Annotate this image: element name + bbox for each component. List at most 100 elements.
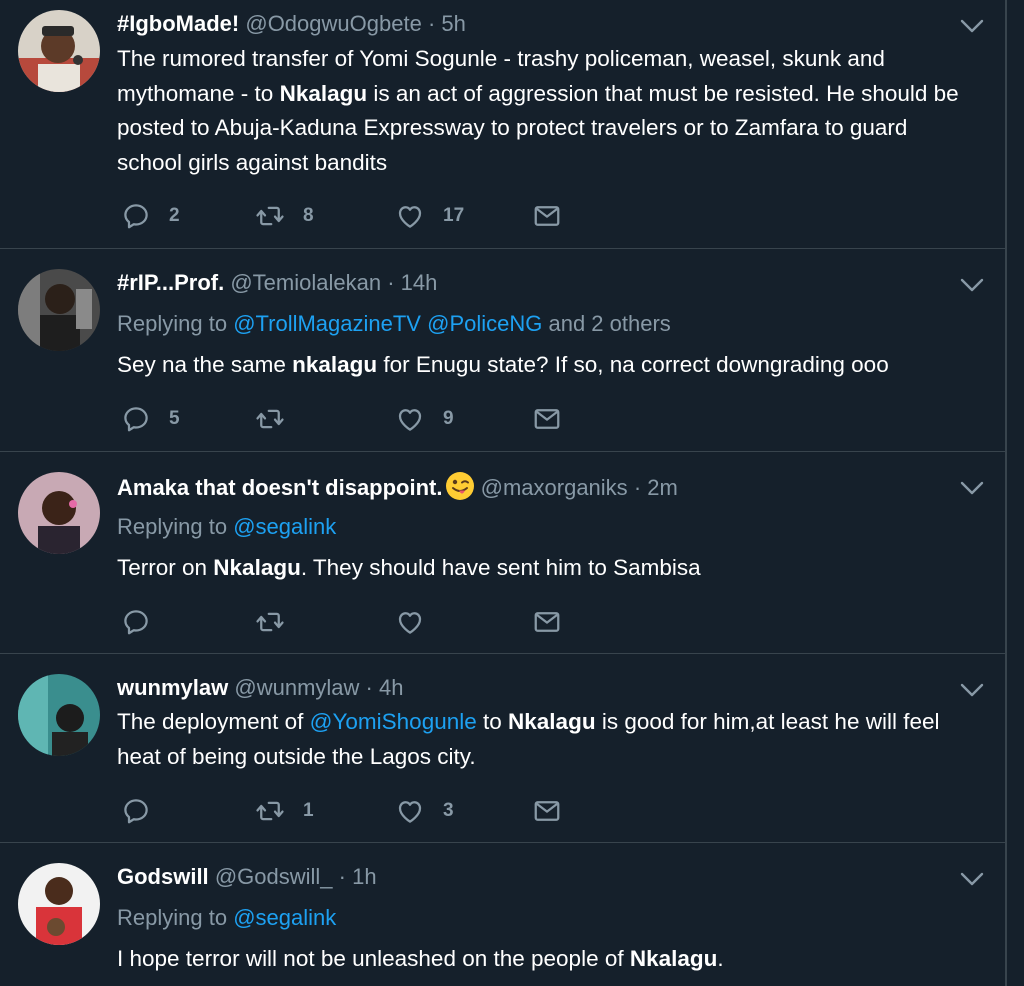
direct-message-button[interactable] — [532, 794, 562, 828]
retweet-button[interactable]: 8 — [255, 199, 314, 233]
like-button[interactable] — [395, 605, 425, 639]
separator-dot: · — [633, 475, 642, 500]
reply-icon — [121, 404, 151, 434]
timestamp[interactable]: 5h — [441, 11, 465, 36]
chevron-down-icon[interactable] — [959, 478, 985, 498]
like-button[interactable]: 17 — [395, 199, 464, 233]
like-button[interactable]: 3 — [395, 794, 454, 828]
tweet[interactable]: wunmylaw @wunmylaw · 4h The deployment o… — [0, 654, 1007, 843]
tweet-text: Sey na the same nkalagu for Enugu state?… — [117, 348, 977, 383]
heart-icon — [395, 796, 425, 826]
reply-count: 5 — [169, 408, 180, 429]
timeline: #IgboMade! @OdogwuOgbete · 5h The rumore… — [0, 0, 1007, 986]
mention-link[interactable]: @PoliceNG — [427, 311, 542, 336]
reply-button[interactable] — [121, 605, 151, 639]
envelope-icon — [532, 404, 562, 434]
display-name[interactable]: Godswill — [117, 864, 209, 889]
retweet-icon — [255, 201, 285, 231]
separator-dot: · — [338, 864, 346, 889]
others-label[interactable]: and 2 others — [542, 311, 670, 336]
mention-link[interactable]: @TrollMagazineTV — [233, 311, 421, 336]
highlighted-keyword: Nkalagu — [508, 709, 596, 734]
direct-message-button[interactable] — [532, 605, 562, 639]
winking-face-with-tongue-emoji-icon — [445, 472, 474, 500]
text-segment: Sey na the same — [117, 352, 293, 377]
direct-message-button[interactable] — [532, 402, 562, 436]
retweet-icon — [255, 404, 285, 434]
user-handle[interactable]: @wunmylaw — [234, 675, 359, 700]
retweet-button[interactable] — [255, 402, 303, 436]
tweet[interactable]: Amaka that doesn't disappoint. @maxorgan… — [0, 452, 1007, 654]
user-handle[interactable]: @Godswill_ — [215, 864, 333, 889]
chevron-down-icon[interactable] — [959, 869, 985, 889]
avatar[interactable] — [18, 269, 100, 351]
timestamp[interactable]: 2m — [647, 475, 678, 500]
envelope-icon — [532, 796, 562, 826]
heart-icon — [395, 201, 425, 231]
retweet-button[interactable] — [255, 605, 285, 639]
tweet-text: The deployment of @YomiShogunle to Nkala… — [117, 705, 977, 774]
tweet-actions: 5 9 — [117, 402, 597, 436]
replying-to-label: Replying to — [117, 311, 234, 336]
separator-dot: · — [387, 270, 395, 295]
direct-message-button[interactable] — [532, 199, 562, 233]
timestamp[interactable]: 14h — [401, 270, 438, 295]
tweet[interactable]: #IgboMade! @OdogwuOgbete · 5h The rumore… — [0, 0, 1007, 249]
chevron-down-icon[interactable] — [959, 275, 985, 295]
retweet-button[interactable]: 1 — [255, 794, 314, 828]
reply-button[interactable] — [121, 794, 151, 828]
highlighted-keyword: Nkalagu — [279, 80, 368, 106]
tweet-header: wunmylaw @wunmylaw · 4h — [117, 674, 403, 702]
tweet[interactable]: Godswill @Godswill_ · 1h Replying to @se… — [0, 843, 1007, 986]
tweet[interactable]: #rIP...Prof. @Temiolalekan · 14h Replyin… — [0, 249, 1007, 452]
text-segment: . They should have sent him to Sambisa — [300, 555, 701, 580]
text-segment: The deployment of — [117, 709, 310, 734]
replying-to: Replying to @segalink — [117, 513, 336, 541]
heart-icon — [395, 607, 425, 637]
like-button[interactable]: 9 — [395, 402, 454, 436]
separator-dot: · — [427, 11, 436, 36]
chevron-down-icon[interactable] — [959, 680, 985, 700]
timestamp[interactable]: 4h — [379, 675, 403, 700]
timestamp[interactable]: 1h — [352, 864, 376, 889]
replying-to-label: Replying to — [117, 905, 234, 930]
envelope-icon — [532, 201, 562, 231]
mention-link[interactable]: @segalink — [233, 905, 336, 930]
tweet-text: The rumored transfer of Yomi Sogunle - t… — [117, 42, 977, 180]
avatar[interactable] — [18, 10, 100, 92]
chevron-down-icon[interactable] — [959, 16, 985, 36]
user-handle[interactable]: @maxorganiks — [481, 475, 628, 500]
avatar[interactable] — [18, 863, 100, 945]
mention-link[interactable]: @YomiShogunle — [310, 709, 477, 734]
reply-count: 2 — [169, 205, 180, 226]
heart-icon — [395, 404, 425, 434]
highlighted-keyword: nkalagu — [292, 352, 378, 377]
retweet-icon — [255, 796, 285, 826]
display-name[interactable]: wunmylaw — [117, 675, 228, 700]
tweet-header: Amaka that doesn't disappoint. @maxorgan… — [117, 471, 678, 502]
highlighted-keyword: Nkalagu — [629, 946, 718, 971]
separator-dot: · — [365, 675, 373, 700]
display-name[interactable]: Amaka that doesn't disappoint. — [117, 475, 443, 500]
mention-link[interactable]: @segalink — [233, 514, 336, 539]
reply-button[interactable]: 5 — [121, 402, 180, 436]
tweet-header: #IgboMade! @OdogwuOgbete · 5h — [117, 10, 466, 38]
highlighted-keyword: Nkalagu — [213, 555, 301, 580]
envelope-icon — [532, 607, 562, 637]
display-name[interactable]: #IgboMade! — [117, 11, 239, 36]
tweet-actions: 1 3 — [117, 794, 597, 828]
tweet-header: #rIP...Prof. @Temiolalekan · 14h — [117, 269, 437, 297]
user-handle[interactable]: @Temiolalekan — [230, 270, 381, 295]
user-handle[interactable]: @OdogwuOgbete — [245, 11, 421, 36]
reply-button[interactable]: 2 — [121, 199, 180, 233]
retweet-count: 8 — [303, 205, 314, 226]
text-segment: to — [476, 709, 509, 734]
display-name[interactable]: #rIP...Prof. — [117, 270, 224, 295]
reply-icon — [121, 796, 151, 826]
tweet-actions — [117, 605, 597, 639]
avatar[interactable] — [18, 472, 100, 554]
avatar[interactable] — [18, 674, 100, 756]
tweet-actions: 2 8 17 — [117, 199, 597, 233]
text-segment: for Enugu state? If so, na correct downg… — [377, 352, 889, 377]
text-segment: . — [717, 946, 724, 971]
